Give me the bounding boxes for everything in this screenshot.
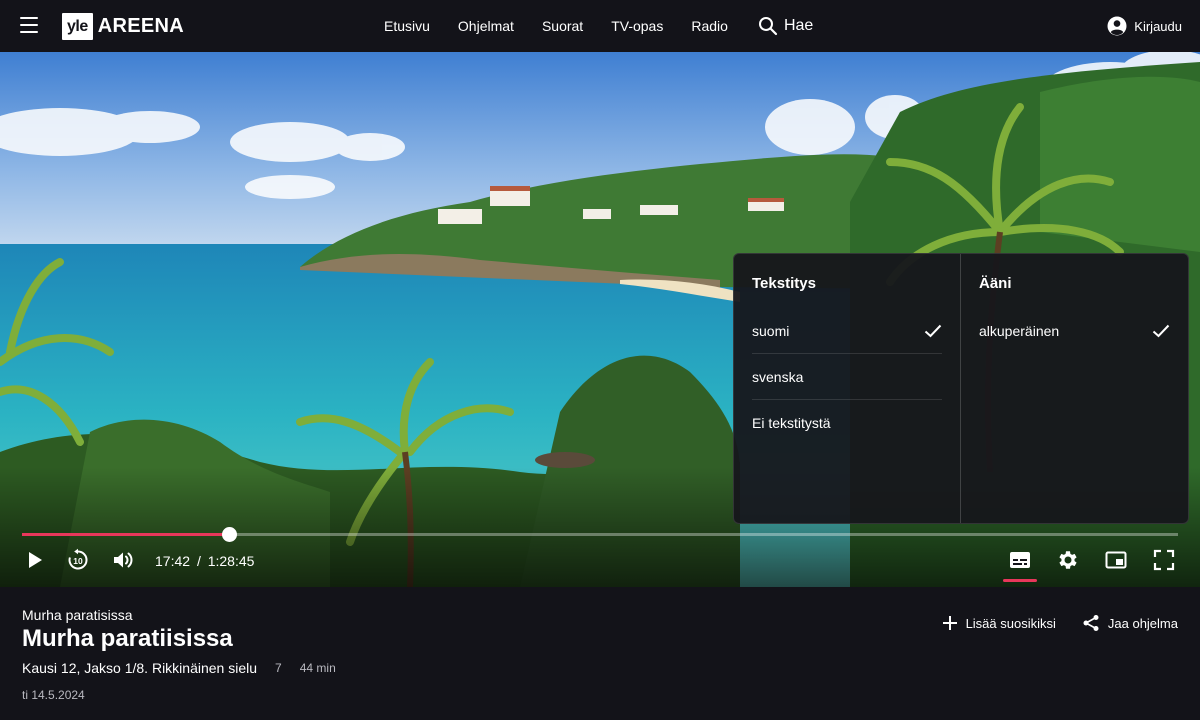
logo-yle-box: yle — [62, 13, 93, 40]
add-favorite-label: Lisää suosikiksi — [965, 615, 1056, 631]
top-bar: yle AREENA Etusivu Ohjelmat Suorat TV-op… — [0, 0, 1200, 52]
volume-button[interactable] — [110, 547, 136, 573]
logo-areena-text: AREENA — [97, 15, 185, 37]
subtitle-option-svenska[interactable]: svenska — [752, 354, 942, 400]
program-info: Murha paratisissa Murha paratiisissa Kau… — [0, 587, 1200, 720]
menu-icon[interactable] — [20, 17, 38, 33]
nav-etusivu[interactable]: Etusivu — [384, 18, 430, 34]
episode-length: 44 min — [299, 661, 336, 675]
page-title: Murha paratiisissa — [22, 625, 233, 652]
share-button[interactable]: Jaa ohjelma — [1082, 614, 1178, 632]
subtitles-active-indicator — [1003, 579, 1037, 582]
progress-played — [22, 533, 229, 536]
nav-tv-opas[interactable]: TV-opas — [611, 18, 663, 34]
volume-icon — [114, 552, 133, 568]
subtitles-heading: Tekstitys — [752, 275, 816, 292]
progress-bar[interactable] — [22, 527, 1178, 542]
search-icon — [758, 17, 778, 36]
nav-ohjelmat[interactable]: Ohjelmat — [458, 18, 514, 34]
fullscreen-icon — [1153, 549, 1175, 571]
checkmark-icon — [1152, 324, 1170, 338]
audio-column: Ääni alkuperäinen — [961, 254, 1188, 523]
nav-radio[interactable]: Radio — [691, 18, 728, 34]
main-nav: Etusivu Ohjelmat Suorat TV-opas Radio Ha… — [370, 0, 813, 52]
share-icon — [1083, 615, 1099, 631]
episode-title: Kausi 12, Jakso 1/8. Rikkinäinen sielu — [22, 660, 258, 676]
subtitle-option-suomi[interactable]: suomi — [752, 308, 942, 354]
add-favorite-button[interactable]: Lisää suosikiksi — [942, 615, 1056, 631]
gear-icon — [1059, 551, 1077, 569]
duration: 1:28:45 — [207, 553, 255, 569]
login-button[interactable]: Kirjaudu — [1107, 0, 1182, 52]
program-actions: Lisää suosikiksi Jaa ohjelma — [916, 614, 1178, 632]
audio-heading: Ääni — [979, 275, 1012, 292]
pip-icon — [1105, 551, 1127, 569]
checkmark-icon — [924, 324, 942, 337]
skip-back-seconds: 10 — [73, 556, 83, 566]
replay-10-icon: 10 — [68, 548, 88, 570]
current-time: 17:42 — [155, 553, 191, 569]
search-label: Hae — [783, 17, 814, 34]
picture-in-picture-button[interactable] — [1103, 547, 1129, 573]
nav-suorat[interactable]: Suorat — [542, 18, 583, 34]
publish-date: ti 14.5.2024 — [22, 688, 85, 702]
time-separator: / — [196, 553, 201, 569]
login-label: Kirjaudu — [1134, 18, 1182, 34]
fullscreen-button[interactable] — [1151, 547, 1177, 573]
play-icon — [29, 552, 42, 568]
share-label: Jaa ohjelma — [1107, 615, 1178, 631]
subtitle-option-label: svenska — [752, 368, 804, 385]
subtitle-option-label: Ei tekstitystä — [752, 415, 831, 431]
settings-button[interactable] — [1055, 547, 1081, 573]
play-button[interactable] — [22, 547, 48, 573]
subtitle-option-none[interactable]: Ei tekstitystä — [752, 400, 942, 446]
episode-line: Kausi 12, Jakso 1/8. Rikkinäinen sielu 7… — [22, 660, 336, 676]
plus-icon — [942, 616, 957, 630]
subtitles-icon — [1010, 552, 1030, 568]
age-rating: 7 — [275, 661, 282, 675]
subtitle-option-label: suomi — [752, 322, 790, 339]
progress-thumb[interactable] — [221, 527, 237, 542]
audio-option-original[interactable]: alkuperäinen — [979, 308, 1170, 354]
skip-back-button[interactable]: 10 — [65, 547, 91, 573]
series-name[interactable]: Murha paratisissa — [22, 607, 133, 623]
video-player[interactable]: 10 17:42 / 1:28:45 Tekstitys suomi svens… — [0, 52, 1200, 587]
audio-option-label: alkuperäinen — [979, 323, 1060, 339]
yle-areena-logo[interactable]: yle AREENA — [62, 13, 184, 40]
subtitle-audio-menu: Tekstitys suomi svenska Ei tekstitystä Ä… — [733, 253, 1189, 524]
subtitles-column: Tekstitys suomi svenska Ei tekstitystä — [734, 254, 961, 523]
user-icon — [1107, 16, 1127, 36]
search-button[interactable]: Hae — [758, 16, 813, 36]
time-display: 17:42 / 1:28:45 — [155, 553, 257, 569]
subtitles-button[interactable] — [1007, 547, 1033, 573]
